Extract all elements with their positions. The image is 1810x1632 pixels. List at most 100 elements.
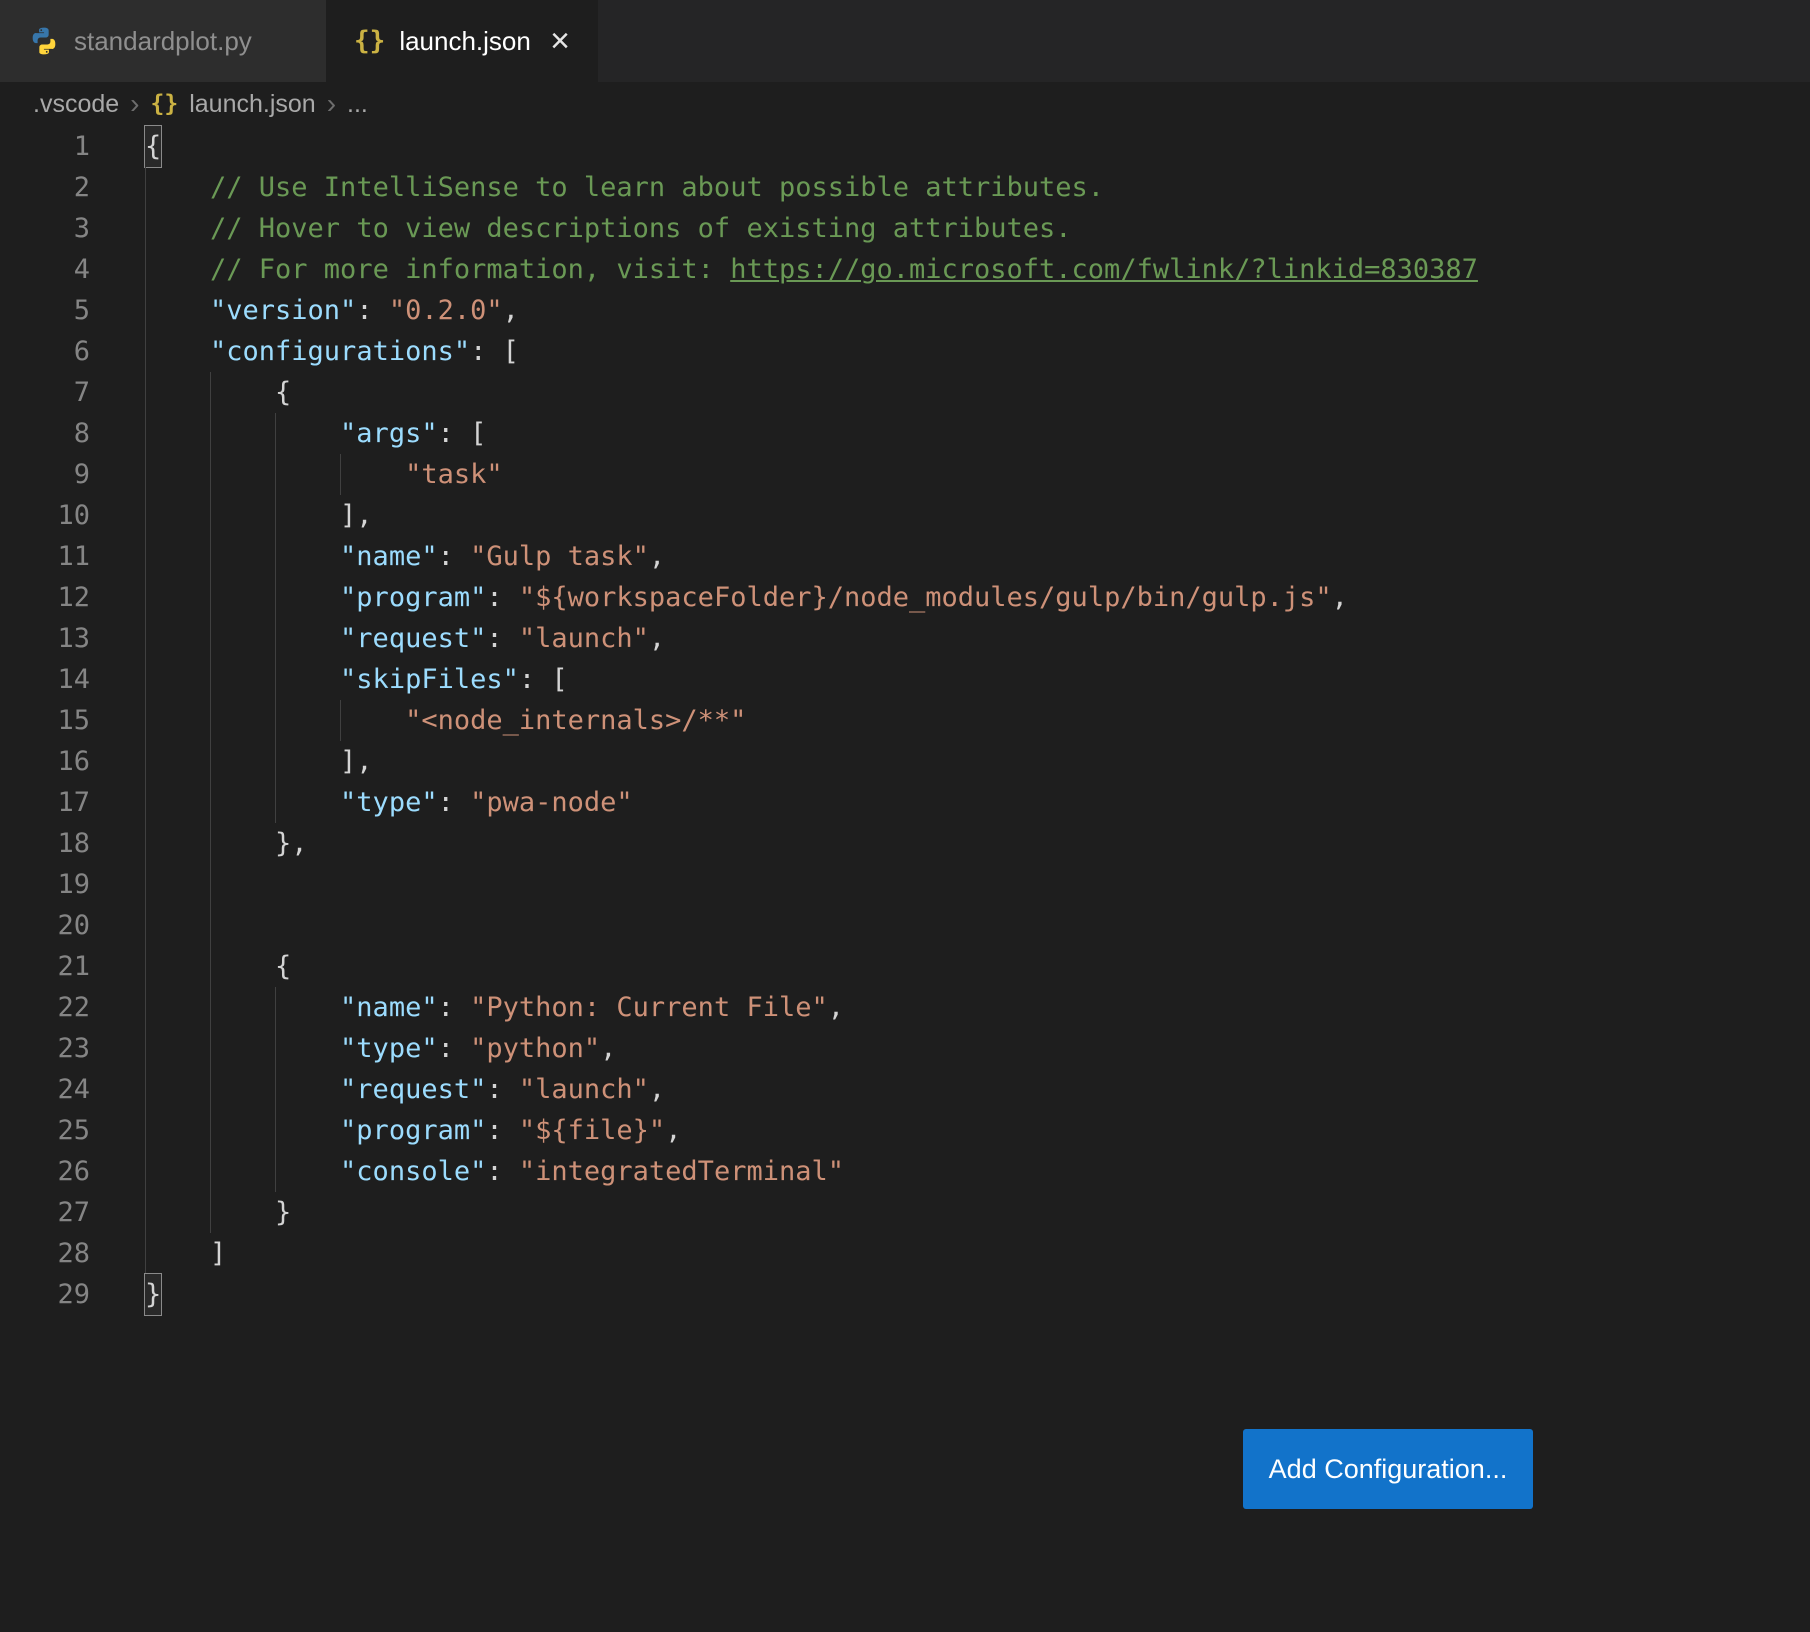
line-number[interactable]: 13	[0, 618, 90, 659]
line-number[interactable]: 9	[0, 454, 90, 495]
line-number[interactable]: 16	[0, 741, 90, 782]
code-line[interactable]: 21 {	[0, 946, 1810, 987]
breadcrumb-file[interactable]: launch.json	[189, 90, 315, 119]
code-line[interactable]: 19	[0, 864, 1810, 905]
token-punct: :	[486, 1074, 519, 1105]
tab-standardplot-py[interactable]: standardplot.py	[0, 0, 326, 82]
indent-guide	[145, 1069, 210, 1110]
code-line[interactable]: 4 // For more information, visit: https:…	[0, 249, 1810, 290]
code-line[interactable]: 12 "program": "${workspaceFolder}/node_m…	[0, 577, 1810, 618]
line-number[interactable]: 17	[0, 782, 90, 823]
line-number[interactable]: 18	[0, 823, 90, 864]
code-line[interactable]: 8 "args": [	[0, 413, 1810, 454]
code-line[interactable]: 26 "console": "integratedTerminal"	[0, 1151, 1810, 1192]
code-line[interactable]: 14 "skipFiles": [	[0, 659, 1810, 700]
code-line[interactable]: 27 }	[0, 1192, 1810, 1233]
line-number[interactable]: 19	[0, 864, 90, 905]
code-line-content: "program": "${workspaceFolder}/node_modu…	[145, 577, 1348, 618]
token-string: "python"	[470, 1033, 600, 1064]
line-number[interactable]: 10	[0, 495, 90, 536]
code-line[interactable]: 20	[0, 905, 1810, 946]
indent-guide	[145, 372, 210, 413]
line-number[interactable]: 6	[0, 331, 90, 372]
line-number[interactable]: 22	[0, 987, 90, 1028]
code-line[interactable]: 23 "type": "python",	[0, 1028, 1810, 1069]
line-number[interactable]: 7	[0, 372, 90, 413]
line-number[interactable]: 28	[0, 1233, 90, 1274]
indent-guide	[275, 454, 340, 495]
code-line-content: {	[145, 126, 161, 167]
line-number[interactable]: 27	[0, 1192, 90, 1233]
indent-guide	[210, 1069, 275, 1110]
line-number[interactable]: 5	[0, 290, 90, 331]
code-line-content: "version": "0.2.0",	[145, 290, 519, 331]
line-number[interactable]: 29	[0, 1274, 90, 1315]
token-punct: : [	[519, 664, 568, 695]
code-line[interactable]: 7 {	[0, 372, 1810, 413]
line-number[interactable]: 15	[0, 700, 90, 741]
code-line[interactable]: 2 // Use IntelliSense to learn about pos…	[0, 167, 1810, 208]
code-line-content: },	[145, 823, 308, 864]
line-number[interactable]: 21	[0, 946, 90, 987]
indent-guide	[145, 413, 210, 454]
indent-guide	[145, 1028, 210, 1069]
indent-guide	[275, 413, 340, 454]
code-line[interactable]: 28 ]	[0, 1233, 1810, 1274]
code-line[interactable]: 29}	[0, 1274, 1810, 1315]
code-line[interactable]: 1{	[0, 126, 1810, 167]
code-line[interactable]: 5 "version": "0.2.0",	[0, 290, 1810, 331]
indent-guide	[275, 1069, 340, 1110]
tab-launch-json[interactable]: {} launch.json ×	[326, 0, 598, 82]
line-number[interactable]: 14	[0, 659, 90, 700]
close-icon[interactable]: ×	[550, 24, 570, 58]
token-key: "program"	[340, 1115, 486, 1146]
token-key: "program"	[340, 582, 486, 613]
add-configuration-button[interactable]: Add Configuration...	[1243, 1429, 1533, 1509]
token-string: "task"	[405, 459, 503, 490]
indent-guide	[275, 782, 340, 823]
token-punct: :	[438, 787, 471, 818]
code-line[interactable]: 6 "configurations": [	[0, 331, 1810, 372]
code-line[interactable]: 15 "<node_internals>/**"	[0, 700, 1810, 741]
token-string: "0.2.0"	[389, 295, 503, 326]
code-line[interactable]: 13 "request": "launch",	[0, 618, 1810, 659]
breadcrumb-more[interactable]: ...	[347, 90, 368, 119]
line-number[interactable]: 25	[0, 1110, 90, 1151]
indent-guide	[210, 741, 275, 782]
code-line[interactable]: 16 ],	[0, 741, 1810, 782]
token-comment: // Hover to view descriptions of existin…	[210, 213, 1072, 244]
code-line[interactable]: 18 },	[0, 823, 1810, 864]
token-key: "type"	[340, 1033, 438, 1064]
indent-guide	[145, 290, 210, 331]
line-number[interactable]: 11	[0, 536, 90, 577]
token-key: "version"	[210, 295, 356, 326]
indent-guide	[145, 741, 210, 782]
code-line[interactable]: 17 "type": "pwa-node"	[0, 782, 1810, 823]
line-number[interactable]: 4	[0, 249, 90, 290]
line-number[interactable]: 20	[0, 905, 90, 946]
token-punct: {	[275, 951, 291, 982]
line-number[interactable]: 23	[0, 1028, 90, 1069]
line-number[interactable]: 26	[0, 1151, 90, 1192]
line-number[interactable]: 1	[0, 126, 90, 167]
code-line[interactable]: 9 "task"	[0, 454, 1810, 495]
indent-guide	[275, 659, 340, 700]
token-bracket: {	[145, 126, 161, 167]
indent-guide	[275, 741, 340, 782]
token-link: https://go.microsoft.com/fwlink/?linkid=…	[730, 254, 1478, 285]
breadcrumb-folder[interactable]: .vscode	[33, 90, 119, 119]
code-line[interactable]: 22 "name": "Python: Current File",	[0, 987, 1810, 1028]
code-editor[interactable]: 1{2 // Use IntelliSense to learn about p…	[0, 126, 1810, 1315]
line-number[interactable]: 12	[0, 577, 90, 618]
line-number[interactable]: 2	[0, 167, 90, 208]
line-number[interactable]: 3	[0, 208, 90, 249]
token-punct: :	[486, 623, 519, 654]
line-number[interactable]: 24	[0, 1069, 90, 1110]
token-string: "Gulp task"	[470, 541, 649, 572]
code-line[interactable]: 24 "request": "launch",	[0, 1069, 1810, 1110]
code-line[interactable]: 3 // Hover to view descriptions of exist…	[0, 208, 1810, 249]
code-line[interactable]: 25 "program": "${file}",	[0, 1110, 1810, 1151]
code-line[interactable]: 10 ],	[0, 495, 1810, 536]
line-number[interactable]: 8	[0, 413, 90, 454]
code-line[interactable]: 11 "name": "Gulp task",	[0, 536, 1810, 577]
